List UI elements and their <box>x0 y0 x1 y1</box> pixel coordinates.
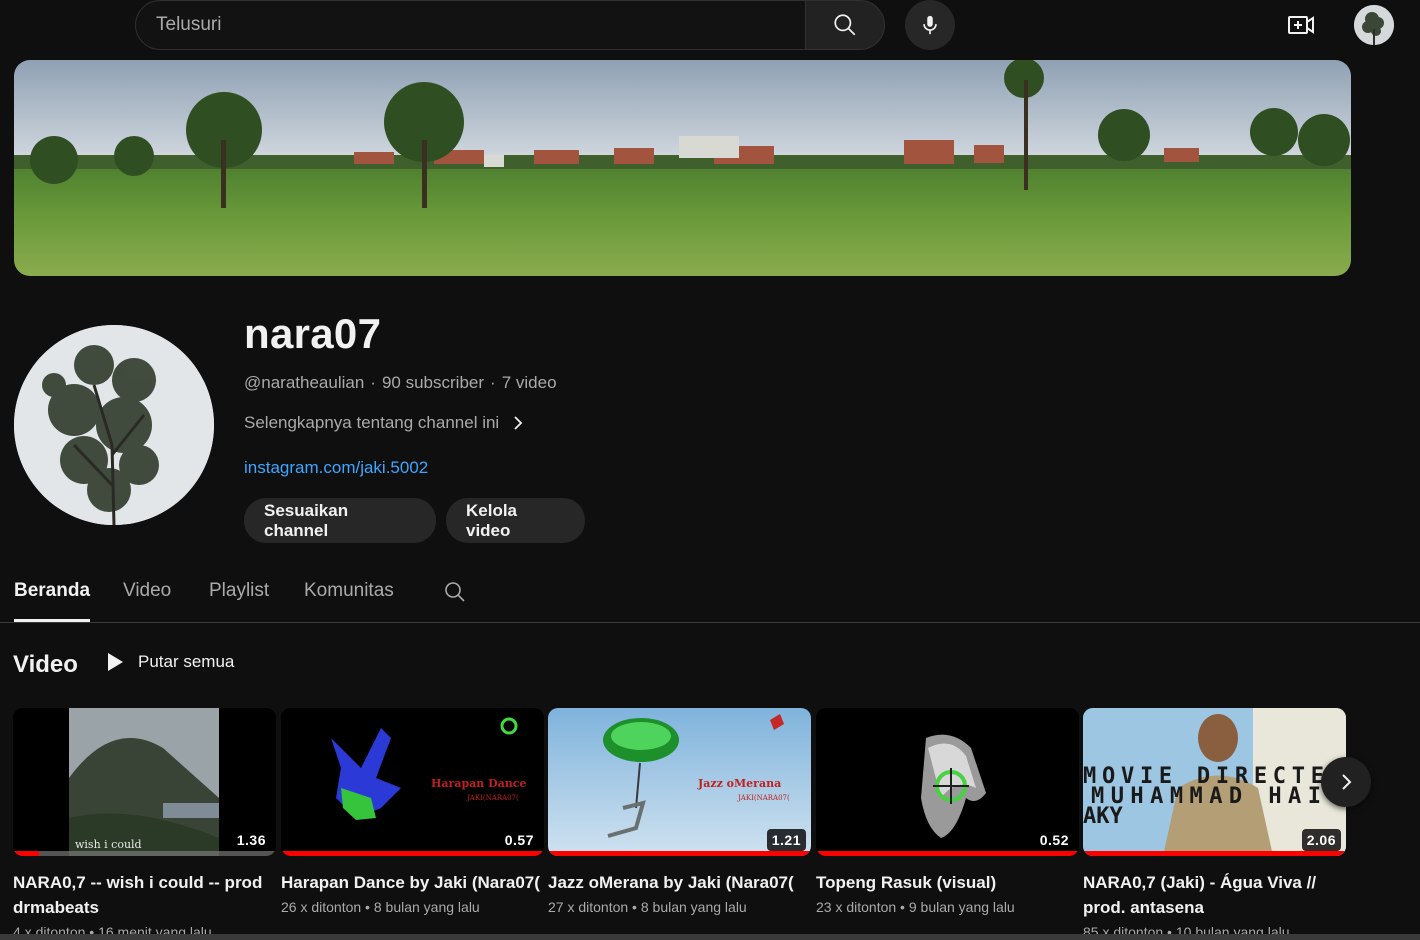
search-box[interactable] <box>135 0 806 50</box>
video-card[interactable]: Harapan Dance JAKI(NARA07( 0.57 Harapan … <box>281 708 544 915</box>
watch-progress <box>281 851 544 856</box>
create-button[interactable] <box>1281 5 1321 45</box>
channel-avatar[interactable] <box>14 325 214 525</box>
search-icon <box>834 14 856 36</box>
video-title[interactable]: NARA0,7 -- wish i could -- prod drmabeat… <box>13 870 276 920</box>
video-thumbnail[interactable]: Jazz oMerana JAKI(NARA07( 1.21 <box>548 708 811 856</box>
video-thumbnail[interactable]: 0.52 <box>816 708 1079 856</box>
video-count: 7 video <box>501 373 557 392</box>
play-all-button[interactable]: Putar semua <box>106 652 234 672</box>
thumbnail-subcaption: JAKI(NARA07( <box>737 794 790 802</box>
channel-about-link[interactable]: Selengkapnya tentang channel ini <box>244 413 525 433</box>
subscriber-count: 90 subscriber <box>381 373 485 392</box>
tab-home[interactable]: Beranda <box>14 580 91 622</box>
thumbnail-caption: Jazz oMerana <box>697 777 781 790</box>
play-icon <box>108 653 123 671</box>
video-duration: 0.57 <box>499 829 539 851</box>
video-card[interactable]: 0.52 Topeng Rasuk (visual) 23 x ditonton… <box>816 708 1079 915</box>
chevron-right-icon <box>514 416 523 430</box>
meta-separator: · <box>490 373 496 392</box>
tab-videos[interactable]: Video <box>123 580 171 622</box>
meta-separator: · <box>370 373 376 392</box>
create-video-icon <box>1288 16 1314 34</box>
horizontal-scrollbar[interactable] <box>0 934 1420 940</box>
avatar-tree-image <box>1354 5 1394 45</box>
video-title[interactable]: Jazz oMerana by Jaki (Nara07( <box>548 870 811 895</box>
watch-progress <box>816 851 1079 856</box>
tab-search-button[interactable] <box>443 580 467 609</box>
section-title: Video <box>13 651 78 678</box>
channel-meta: @naratheaulian · 90 subscriber · 7 video <box>244 373 557 393</box>
customize-channel-button[interactable]: Sesuaikan channel <box>244 498 436 543</box>
video-duration: 0.52 <box>1034 829 1074 851</box>
video-thumbnail[interactable]: wish i could 1.36 <box>13 708 276 856</box>
channel-about-label: Selengkapnya tentang channel ini <box>244 413 500 432</box>
search-button[interactable] <box>805 0 885 50</box>
video-thumbnail[interactable]: MOVIE DIRECTED MUHAMMAD HAI AKY 2.06 <box>1083 708 1346 856</box>
chevron-right-icon <box>1342 774 1352 790</box>
video-card[interactable]: wish i could 1.36 NARA0,7 -- wish i coul… <box>13 708 276 940</box>
channel-handle: @naratheaulian <box>244 373 365 392</box>
watch-progress <box>548 851 811 856</box>
watch-progress <box>13 851 276 856</box>
channel-avatar-image <box>14 325 214 525</box>
video-duration: 1.21 <box>766 829 806 851</box>
video-duration: 2.06 <box>1301 829 1341 851</box>
video-meta: 23 x ditonton • 9 bulan yang lalu <box>816 899 1015 915</box>
video-card[interactable]: Jazz oMerana JAKI(NARA07( 1.21 Jazz oMer… <box>548 708 811 915</box>
video-thumbnail[interactable]: Harapan Dance JAKI(NARA07( 0.57 <box>281 708 544 856</box>
play-all-label: Putar semua <box>138 652 235 671</box>
video-title[interactable]: NARA0,7 (Jaki) - Água Viva // prod. anta… <box>1083 870 1346 920</box>
video-meta: 26 x ditonton • 8 bulan yang lalu <box>281 899 480 915</box>
channel-name: nara07 <box>244 310 382 357</box>
channel-tabs: Beranda Video Playlist Komunitas <box>0 567 1420 623</box>
search-icon <box>445 582 465 602</box>
video-meta: 27 x ditonton • 8 bulan yang lalu <box>548 899 747 915</box>
video-title[interactable]: Topeng Rasuk (visual) <box>816 870 1079 895</box>
mic-icon <box>923 15 937 35</box>
watch-progress <box>1083 851 1346 856</box>
video-card[interactable]: MOVIE DIRECTED MUHAMMAD HAI AKY 2.06 NAR… <box>1083 708 1346 940</box>
svg-text:AKY: AKY <box>1083 804 1123 829</box>
tab-playlists[interactable]: Playlist <box>209 580 269 622</box>
carousel-next-button[interactable] <box>1321 757 1371 807</box>
avatar[interactable] <box>1354 5 1394 45</box>
search-input[interactable] <box>156 14 806 36</box>
manage-videos-button[interactable]: Kelola video <box>446 498 585 543</box>
channel-banner <box>14 60 1351 276</box>
thumbnail-caption: wish i could <box>75 838 142 851</box>
video-title[interactable]: Harapan Dance by Jaki (Nara07( <box>281 870 544 895</box>
video-duration: 1.36 <box>231 829 271 851</box>
voice-search-button[interactable] <box>905 0 955 50</box>
thumbnail-subcaption: JAKI(NARA07( <box>466 794 519 802</box>
channel-external-link[interactable]: instagram.com/jaki.5002 <box>244 458 428 478</box>
tab-community[interactable]: Komunitas <box>304 580 394 622</box>
thumbnail-caption: Harapan Dance <box>431 777 526 790</box>
